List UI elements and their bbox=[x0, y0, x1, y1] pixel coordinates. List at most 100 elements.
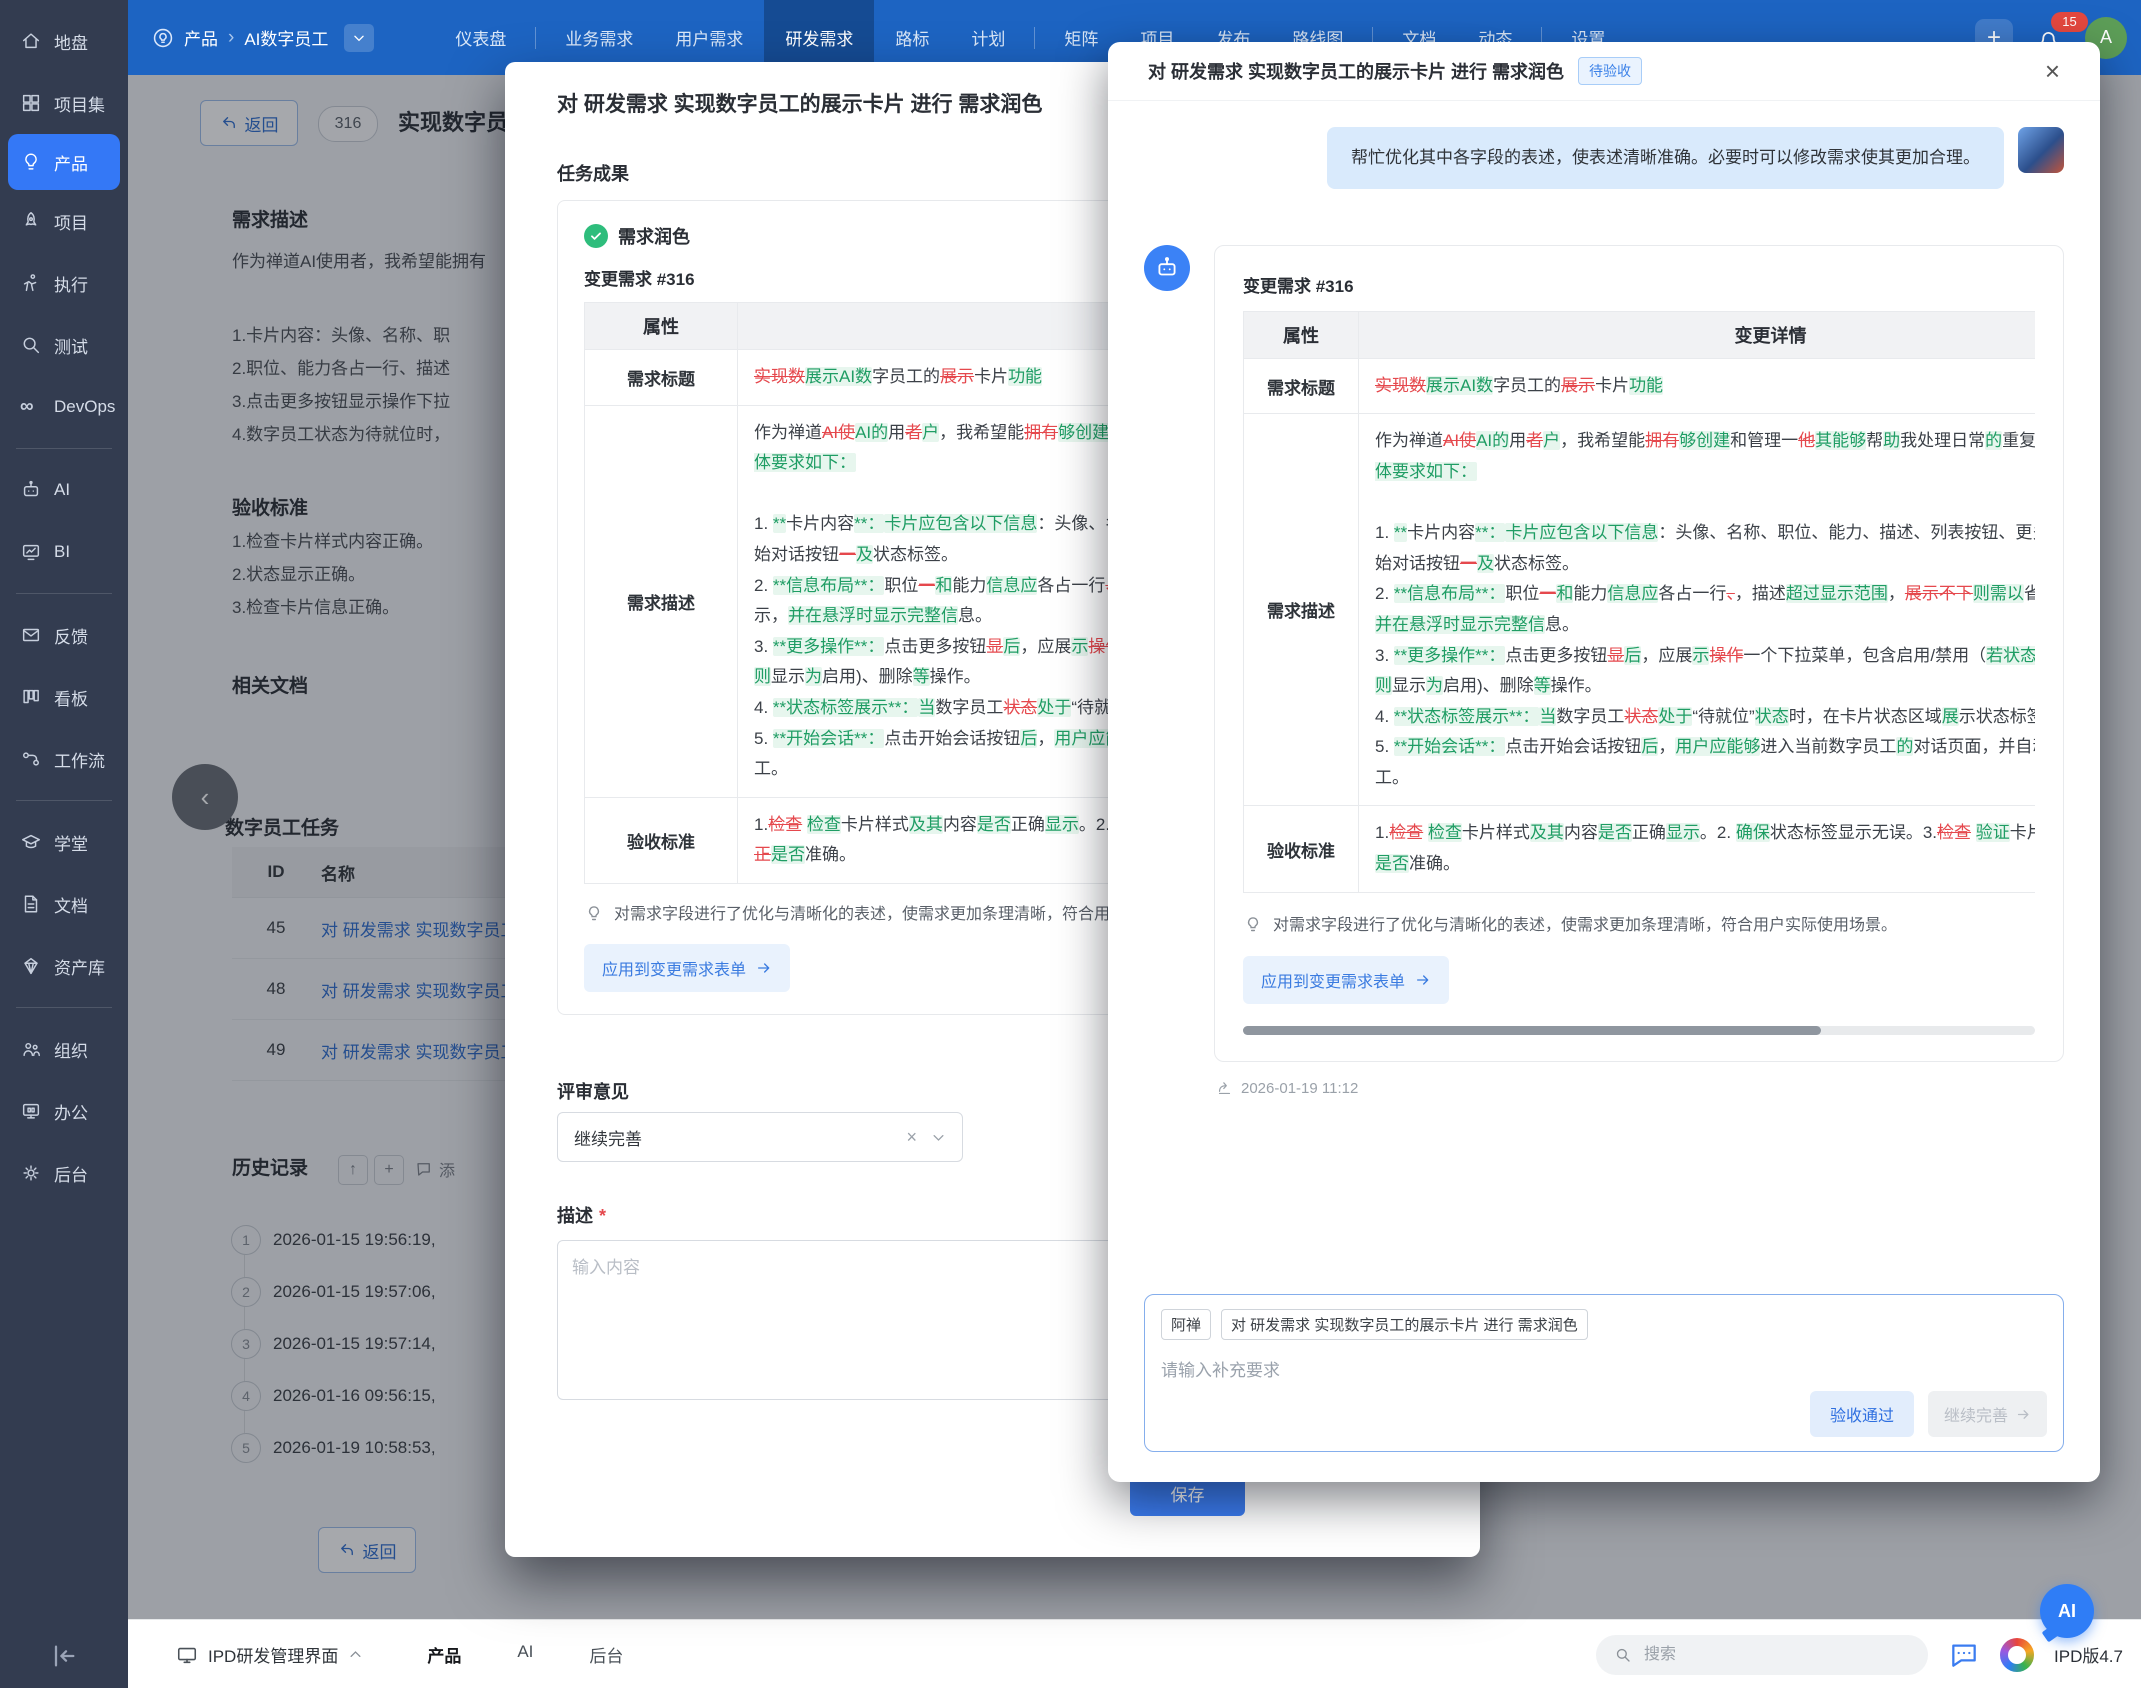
sidebar-item-home[interactable]: 地盘 bbox=[0, 10, 128, 72]
notification-badge: 15 bbox=[2051, 12, 2088, 32]
success-check-icon bbox=[584, 224, 608, 248]
arrow-right-icon bbox=[1415, 972, 1431, 988]
sidebar-collapse-icon[interactable] bbox=[48, 1640, 80, 1672]
col-attr: 属性 bbox=[1244, 311, 1359, 358]
bottom-taskbar: IPD研发管理界面 产品AI后台 IPD版4.7 bbox=[128, 1619, 2141, 1688]
sidebar-item-admin[interactable]: 后台 bbox=[0, 1142, 128, 1204]
sidebar-item-label: 测试 bbox=[54, 333, 88, 358]
search-icon bbox=[1614, 1646, 1632, 1664]
sidebar-item-doc[interactable]: 文档 bbox=[0, 873, 128, 935]
breadcrumb: 产品 › AI数字员工 bbox=[152, 24, 374, 52]
bottom-tab-后台[interactable]: 后台 bbox=[589, 1642, 623, 1667]
sidebar-item-label: 后台 bbox=[54, 1161, 88, 1186]
scrollbar-thumb[interactable] bbox=[1243, 1026, 1821, 1035]
caret-up-icon bbox=[348, 1647, 363, 1662]
sidebar-divider bbox=[16, 593, 112, 594]
bulb-icon bbox=[1243, 915, 1263, 935]
sidebar-item-qa[interactable]: 测试 bbox=[0, 314, 128, 376]
task-name: 需求润色 bbox=[618, 223, 690, 249]
context-chip[interactable]: 对 研发需求 实现数字员工的展示卡片 进行 需求润色 bbox=[1221, 1309, 1588, 1340]
sidebar-item-label: 项目 bbox=[54, 209, 88, 234]
asset-icon bbox=[20, 955, 42, 977]
feedback-icon bbox=[20, 624, 42, 646]
modal-title: 对 研发需求 实现数字员工的展示卡片 进行 需求润色 bbox=[557, 88, 1042, 118]
row-title-diff: 实现数展示AI数字员工的展示卡片功能 bbox=[1359, 358, 2036, 414]
sidebar-item-feedback[interactable]: 反馈 bbox=[0, 604, 128, 666]
sidebar-item-office[interactable]: 办公 bbox=[0, 1080, 128, 1142]
arrow-right-icon bbox=[2016, 1407, 2031, 1422]
sidebar-item-label: 地盘 bbox=[54, 29, 88, 54]
product-bulb-icon bbox=[152, 27, 174, 49]
sidebar-item-project[interactable]: 项目 bbox=[0, 190, 128, 252]
sidebar: 地盘 项目集 产品 项目 执行 测试 ∞ DevOps AI BI bbox=[0, 0, 128, 1688]
sidebar-item-label: 反馈 bbox=[54, 623, 88, 648]
required-mark: * bbox=[599, 1206, 606, 1226]
nav-divider bbox=[535, 27, 536, 49]
apply-to-form-button[interactable]: 应用到变更需求表单 bbox=[584, 944, 790, 992]
desc-field-label: 描述* bbox=[557, 1202, 606, 1228]
chevron-down-icon[interactable] bbox=[931, 1130, 946, 1145]
sidebar-item-kanban[interactable]: 看板 bbox=[0, 666, 128, 728]
product-switch-dropdown[interactable] bbox=[344, 24, 374, 52]
program-icon bbox=[20, 92, 42, 114]
row-desc-diff: 作为禅道AI使AI的用者户，我希望能拥有够创建和管理一他其能够帮助我处理日常的重… bbox=[1359, 414, 2036, 806]
change-request-title: 变更需求 #316 bbox=[1243, 272, 2035, 297]
clear-icon[interactable]: × bbox=[906, 1127, 917, 1148]
sidebar-item-bi[interactable]: BI bbox=[0, 521, 128, 583]
bulb-icon bbox=[584, 904, 604, 924]
home-icon bbox=[20, 30, 42, 52]
chat-icon[interactable] bbox=[1948, 1639, 1980, 1671]
sidebar-item-label: 文档 bbox=[54, 892, 88, 917]
sidebar-item-label: DevOps bbox=[54, 397, 115, 417]
sidebar-item-devops[interactable]: ∞ DevOps bbox=[0, 376, 128, 438]
user-message: 帮忙优化其中各字段的表述，使表述清晰准确。必要时可以修改需求使其更加合理。 bbox=[1327, 127, 2004, 189]
sidebar-item-execution[interactable]: 执行 bbox=[0, 252, 128, 314]
search-input[interactable] bbox=[1642, 1645, 1846, 1665]
status-badge: 待验收 bbox=[1578, 57, 1642, 85]
desc-textarea[interactable] bbox=[557, 1240, 1127, 1400]
close-icon[interactable]: × bbox=[2045, 58, 2060, 84]
approve-button[interactable]: 验收通过 bbox=[1810, 1391, 1914, 1437]
product-icon bbox=[20, 151, 42, 173]
sidebar-item-workflow[interactable]: 工作流 bbox=[0, 728, 128, 790]
app-launcher-icon[interactable] bbox=[2000, 1638, 2034, 1672]
apply-to-form-button[interactable]: 应用到变更需求表单 bbox=[1243, 956, 1449, 1004]
search-box[interactable] bbox=[1596, 1635, 1928, 1675]
sidebar-item-asset[interactable]: 资产库 bbox=[0, 935, 128, 997]
panel-header: 对 研发需求 实现数字员工的展示卡片 进行 需求润色 待验收 × bbox=[1108, 42, 2100, 101]
sidebar-item-org[interactable]: 组织 bbox=[0, 1018, 128, 1080]
review-select[interactable]: 继续完善 × bbox=[557, 1112, 963, 1162]
sidebar-item-school[interactable]: 学堂 bbox=[0, 811, 128, 873]
breadcrumb-current[interactable]: AI数字员工 bbox=[244, 25, 328, 50]
monitor-icon bbox=[176, 1644, 198, 1666]
execution-icon bbox=[20, 272, 42, 294]
breadcrumb-root[interactable]: 产品 bbox=[184, 25, 218, 50]
sidebar-item-label: 学堂 bbox=[54, 830, 88, 855]
kanban-icon bbox=[20, 686, 42, 708]
sidebar-item-program[interactable]: 项目集 bbox=[0, 72, 128, 134]
ai-assistant-button[interactable]: AI bbox=[2040, 1584, 2094, 1638]
review-label: 评审意见 bbox=[557, 1078, 629, 1104]
sidebar-item-label: 办公 bbox=[54, 1099, 88, 1124]
row-desc-label: 需求描述 bbox=[1244, 414, 1359, 806]
sidebar-divider bbox=[16, 800, 112, 801]
row-desc-label: 需求描述 bbox=[585, 405, 738, 797]
qa-icon bbox=[20, 334, 42, 356]
horizontal-scrollbar bbox=[1243, 1026, 2035, 1035]
sidebar-item-label: 看板 bbox=[54, 685, 88, 710]
continue-button[interactable]: 继续完善 bbox=[1928, 1391, 2047, 1437]
share-icon[interactable] bbox=[1216, 1080, 1233, 1097]
sidebar-item-product[interactable]: 产品 bbox=[8, 134, 120, 190]
admin-icon bbox=[20, 1162, 42, 1184]
bottom-tab-产品[interactable]: 产品 bbox=[427, 1642, 461, 1667]
bottom-tab-AI[interactable]: AI bbox=[517, 1642, 533, 1667]
chat-input-placeholder: 请输入补充要求 bbox=[1161, 1356, 2047, 1381]
chat-input-box[interactable]: 阿禅对 研发需求 实现数字员工的展示卡片 进行 需求润色 请输入补充要求 验收通… bbox=[1144, 1294, 2064, 1452]
bot-message-row: 变更需求 #316 属性 变更详情 需求标题 实现数展示AI数字员工的展示卡片功… bbox=[1144, 245, 2064, 1063]
workspace-switcher[interactable]: IPD研发管理界面 bbox=[176, 1642, 363, 1667]
row-accept-label: 验收标准 bbox=[1244, 806, 1359, 892]
app-root: 地盘 项目集 产品 项目 执行 测试 ∞ DevOps AI BI bbox=[0, 0, 2141, 1688]
context-chip[interactable]: 阿禅 bbox=[1161, 1309, 1211, 1340]
sidebar-item-ai[interactable]: AI bbox=[0, 459, 128, 521]
user-avatar bbox=[2018, 127, 2064, 173]
